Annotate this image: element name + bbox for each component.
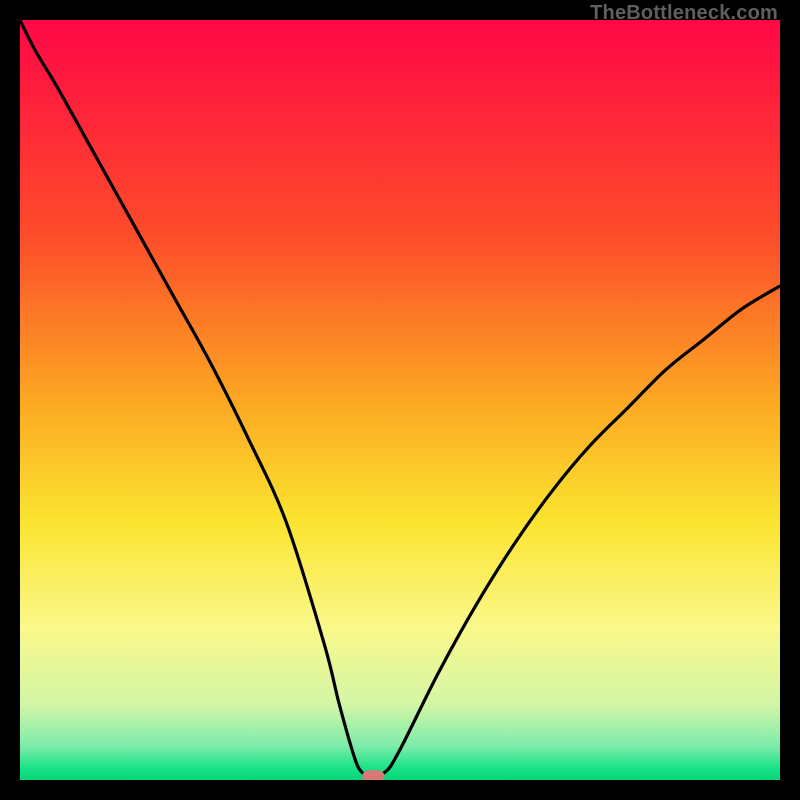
plot-area — [20, 20, 780, 780]
watermark-text: TheBottleneck.com — [590, 2, 778, 25]
optimum-marker — [362, 770, 384, 780]
chart-frame: TheBottleneck.com — [0, 0, 800, 800]
gradient-background — [20, 20, 780, 780]
bottleneck-chart — [20, 20, 780, 780]
